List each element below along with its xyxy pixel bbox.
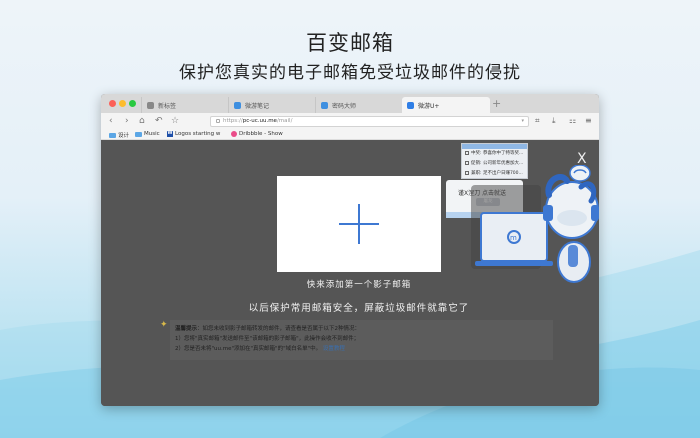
bookmarks-bar: 设计 Music W Logos starting w Dribbble - S… (101, 130, 599, 140)
browser-window: 新标签 微游笔记 密码大师 微游U+ + ‹ › ⌂ ↶ ☆ https://p… (101, 94, 599, 406)
back-button[interactable]: ‹ (109, 115, 113, 127)
grid-icon (147, 101, 154, 109)
reader-button[interactable]: ⌗ (535, 116, 540, 126)
shadow-mail-overlay: X 快来添加第一个影子邮箱 以后保护常用邮箱安全，屏蔽垃圾邮件就靠它了 ✦ 温馨… (101, 140, 599, 406)
bookmark-music[interactable]: Music (135, 131, 160, 137)
lightbulb-icon: ✦ (160, 320, 168, 330)
minimize-window-button[interactable] (119, 100, 126, 107)
bookmark-design[interactable]: 设计 (109, 131, 129, 139)
lock-icon (216, 118, 220, 123)
close-overlay-button[interactable]: X (577, 152, 587, 166)
home-button[interactable]: ⌂ (139, 115, 145, 127)
folder-icon (109, 132, 116, 138)
url-dropdown-icon[interactable]: ▾ (521, 117, 524, 126)
setup-tutorial-link[interactable]: 设置教程 (323, 346, 345, 352)
new-tab-button[interactable]: + (492, 97, 501, 111)
tip-notice: ✦ 温馨提示：如您未收到影子邮箱转发的邮件，请查看是否属于以下2种情况： 1）您… (160, 320, 553, 360)
tab-uplus[interactable]: 微游U+ (402, 97, 490, 113)
download-button[interactable]: ⤓ (552, 116, 556, 126)
bookmark-logos[interactable]: W Logos starting w (167, 131, 220, 137)
extensions-button[interactable]: ⚏ (569, 116, 576, 126)
dribbble-icon (231, 131, 237, 137)
forward-button[interactable]: › (125, 115, 129, 127)
w-icon: W (167, 131, 173, 137)
svg-text:m: m (510, 234, 517, 242)
zoom-window-button[interactable] (129, 100, 136, 107)
page-subheadline: 保护您真实的电子邮箱免受垃圾邮件的侵扰 (179, 63, 521, 83)
tab-bar: 新标签 微游笔记 密码大师 微游U+ + (101, 94, 599, 113)
close-window-button[interactable] (109, 100, 116, 107)
menu-button[interactable]: ≡ (585, 116, 592, 126)
plus-icon-vertical (358, 204, 360, 244)
bookmark-star-button[interactable]: ☆ (171, 115, 179, 127)
undo-button[interactable]: ↶ (155, 115, 163, 127)
lock-icon (321, 101, 328, 109)
add-shadow-mailbox-button[interactable] (277, 176, 441, 272)
tab-notes[interactable]: 微游笔记 (228, 97, 314, 113)
robot-mascot-icon: m (471, 165, 599, 283)
address-bar[interactable]: https://pc-uc.uu.me/mail/ ▾ (210, 116, 529, 127)
toolbar: ‹ › ⌂ ↶ ☆ https://pc-uc.uu.me/mail/ ▾ ⌗ … (101, 113, 599, 130)
bookmark-dribbble[interactable]: Dribbble - Show (231, 131, 283, 137)
page-headline: 百变邮箱 (306, 31, 394, 55)
protect-caption: 以后保护常用邮箱安全，屏蔽垃圾邮件就靠它了 (248, 303, 470, 314)
note-icon (234, 101, 241, 109)
uplus-icon (407, 101, 414, 109)
folder-icon (135, 131, 142, 137)
tab-new[interactable]: 新标签 (141, 97, 227, 113)
tab-password[interactable]: 密码大师 (315, 97, 401, 113)
